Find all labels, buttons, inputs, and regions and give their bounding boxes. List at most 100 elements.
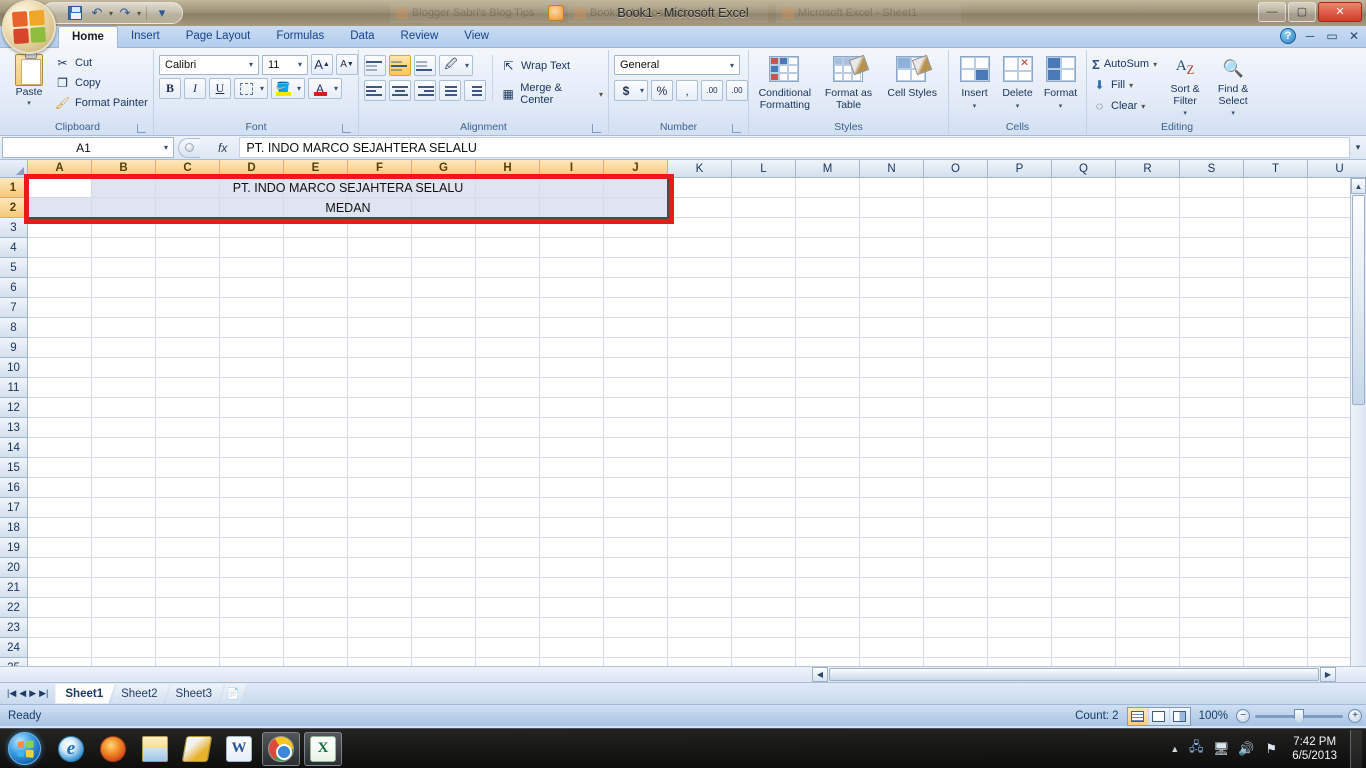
cell-O21[interactable] [924,578,988,598]
cell-J17[interactable] [604,498,668,518]
cell-A4[interactable] [28,238,92,258]
decrease-decimal-button[interactable]: .00 [726,80,748,101]
cell-M24[interactable] [796,638,860,658]
cell-R9[interactable] [1116,338,1180,358]
cell-J13[interactable] [604,418,668,438]
zoom-thumb[interactable] [1294,709,1304,724]
cell-N19[interactable] [860,538,924,558]
chevron-down-icon[interactable]: ▾ [1059,101,1063,113]
cell-R21[interactable] [1116,578,1180,598]
formula-input[interactable]: PT. INDO MARCO SEJAHTERA SELALU [239,137,1350,158]
row-header-17[interactable]: 17 [0,498,28,518]
cell-H7[interactable] [476,298,540,318]
cell-J3[interactable] [604,218,668,238]
cell-P18[interactable] [988,518,1052,538]
cell-B11[interactable] [92,378,156,398]
row-header-9[interactable]: 9 [0,338,28,358]
cell-R24[interactable] [1116,638,1180,658]
fill-color-split-button[interactable]: 🪣 ▾ [271,78,305,99]
cell-R18[interactable] [1116,518,1180,538]
orientation-split-button[interactable]: 🖉 ▾ [439,55,473,76]
cell-E9[interactable] [284,338,348,358]
cell-B14[interactable] [92,438,156,458]
cell-A16[interactable] [28,478,92,498]
maximize-button[interactable]: ▢ [1288,2,1316,22]
cell-I15[interactable] [540,458,604,478]
cell-A8[interactable] [28,318,92,338]
cell-T14[interactable] [1244,438,1308,458]
cell-D11[interactable] [220,378,284,398]
cell-P21[interactable] [988,578,1052,598]
insert-function-button[interactable]: fx [200,141,235,155]
start-button[interactable] [2,730,46,768]
row-header-24[interactable]: 24 [0,638,28,658]
cell-T22[interactable] [1244,598,1308,618]
cell-O23[interactable] [924,618,988,638]
cell-N6[interactable] [860,278,924,298]
cell-D7[interactable] [220,298,284,318]
cell-L8[interactable] [732,318,796,338]
cell-P22[interactable] [988,598,1052,618]
cell-N8[interactable] [860,318,924,338]
cell-F14[interactable] [348,438,412,458]
cell-B8[interactable] [92,318,156,338]
cell-T20[interactable] [1244,558,1308,578]
taskbar-mozilla-firefox[interactable] [94,732,132,766]
cell-O2[interactable] [924,198,988,218]
cell-K6[interactable] [668,278,732,298]
align-center-button[interactable] [389,80,411,101]
cell-F12[interactable] [348,398,412,418]
paste-dropdown-icon[interactable]: ▾ [27,99,31,107]
cell-M8[interactable] [796,318,860,338]
cell-K13[interactable] [668,418,732,438]
cell-H11[interactable] [476,378,540,398]
cell-E22[interactable] [284,598,348,618]
page-layout-view-button[interactable] [1149,708,1169,725]
sheet-tab-sheet1[interactable]: Sheet1 [55,684,115,704]
cell-C9[interactable] [156,338,220,358]
cell-Q11[interactable] [1052,378,1116,398]
zoom-track[interactable] [1255,715,1343,718]
column-header-C[interactable]: C [156,160,220,178]
cell-B16[interactable] [92,478,156,498]
tab-data[interactable]: Data [337,25,387,47]
cell-D10[interactable] [220,358,284,378]
clear-button[interactable]: ◌ Clear ▾ [1092,96,1157,116]
cell-E4[interactable] [284,238,348,258]
column-header-O[interactable]: O [924,160,988,178]
cell-D17[interactable] [220,498,284,518]
chevron-down-icon[interactable]: ▾ [599,90,603,99]
cell-K5[interactable] [668,258,732,278]
conditional-formatting-button[interactable]: Conditional Formatting [754,54,816,111]
cell-K14[interactable] [668,438,732,458]
cell-F16[interactable] [348,478,412,498]
cell-N13[interactable] [860,418,924,438]
cell-S8[interactable] [1180,318,1244,338]
cell-Q10[interactable] [1052,358,1116,378]
cell-O16[interactable] [924,478,988,498]
cell-R23[interactable] [1116,618,1180,638]
cell-C21[interactable] [156,578,220,598]
wrap-text-button[interactable]: ⇱ Wrap Text [501,55,603,77]
cell-I12[interactable] [540,398,604,418]
cell-P24[interactable] [988,638,1052,658]
cell-D14[interactable] [220,438,284,458]
show-desktop-button[interactable] [1350,730,1362,768]
cell-D3[interactable] [220,218,284,238]
redo-dropdown-icon[interactable]: ▾ [137,9,141,18]
row-header-14[interactable]: 14 [0,438,28,458]
cell-I10[interactable] [540,358,604,378]
cell-A11[interactable] [28,378,92,398]
cell-D19[interactable] [220,538,284,558]
cell-T1[interactable] [1244,178,1308,198]
cell-N23[interactable] [860,618,924,638]
cell-P16[interactable] [988,478,1052,498]
cell-G20[interactable] [412,558,476,578]
column-header-B[interactable]: B [92,160,156,178]
cell-S22[interactable] [1180,598,1244,618]
cell-D4[interactable] [220,238,284,258]
cell-S2[interactable] [1180,198,1244,218]
cell-F13[interactable] [348,418,412,438]
column-header-L[interactable]: L [732,160,796,178]
cell-R7[interactable] [1116,298,1180,318]
